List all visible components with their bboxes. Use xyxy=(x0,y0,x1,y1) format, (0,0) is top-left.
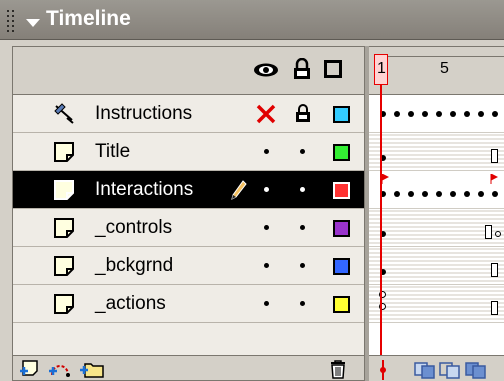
layer-panel-footer xyxy=(13,355,364,380)
lock-dot[interactable] xyxy=(300,225,305,230)
frame-ruler[interactable]: 1 5 xyxy=(369,47,504,95)
layer-panel-header xyxy=(13,47,364,95)
frame-row-title[interactable] xyxy=(369,133,504,171)
timeline-frames[interactable]: 1 5 xyxy=(369,46,504,381)
layer-name: _actions xyxy=(95,293,166,314)
frame-ruler-label: 5 xyxy=(440,60,449,77)
layer-color-swatch[interactable] xyxy=(333,106,350,123)
layer-row-bckgrnd[interactable]: _bckgrnd xyxy=(13,247,364,285)
layer-row-interactions[interactable]: Interactions xyxy=(13,171,364,209)
frame-row-instructions[interactable] xyxy=(369,95,504,133)
insert-layer-icon[interactable] xyxy=(19,359,43,379)
timeline-footer xyxy=(369,355,504,381)
insert-layer-folder-icon[interactable] xyxy=(79,359,105,379)
onion-skin-outlines-icon[interactable] xyxy=(439,360,461,380)
hidden-x-icon[interactable] xyxy=(256,104,276,124)
outline-icon[interactable] xyxy=(324,60,342,78)
lock-dot[interactable] xyxy=(300,301,305,306)
layer-name: Interactions xyxy=(95,179,194,200)
layer-color-swatch[interactable] xyxy=(333,182,350,199)
layer-color-swatch[interactable] xyxy=(333,258,350,275)
visibility-dot[interactable] xyxy=(264,149,269,154)
visibility-dot[interactable] xyxy=(264,187,269,192)
add-motion-guide-icon[interactable] xyxy=(48,359,74,379)
collapse-arrow-icon[interactable] xyxy=(26,19,40,27)
layer-page-icon xyxy=(54,142,74,162)
layer-color-swatch[interactable] xyxy=(333,220,350,237)
layer-name: _controls xyxy=(95,217,173,238)
center-frame-icon[interactable] xyxy=(378,360,388,380)
layer-page-icon xyxy=(54,294,74,314)
timeline-title-bar[interactable]: Timeline xyxy=(0,0,504,40)
lock-icon[interactable] xyxy=(295,103,311,123)
panel-grip-handle[interactable] xyxy=(7,10,17,32)
layer-row-instructions[interactable]: Instructions xyxy=(13,95,364,133)
layer-row-title[interactable]: Title xyxy=(13,133,364,171)
frame-row-bckgrnd[interactable] xyxy=(369,247,504,285)
lock-dot[interactable] xyxy=(300,187,305,192)
layer-color-swatch[interactable] xyxy=(333,296,350,313)
layer-name: Title xyxy=(95,141,131,162)
visibility-dot[interactable] xyxy=(264,263,269,268)
delete-layer-trash-icon[interactable] xyxy=(329,359,347,379)
layer-row-actions[interactable]: _actions xyxy=(13,285,364,323)
current-frame-number: 1 xyxy=(377,60,386,77)
frame-row-actions[interactable] xyxy=(369,285,504,323)
lock-dot[interactable] xyxy=(300,263,305,268)
pencil-icon xyxy=(231,180,247,200)
layer-page-icon xyxy=(54,256,74,276)
layer-panel: Instructions Title Interactions _control… xyxy=(12,46,365,381)
layer-color-swatch[interactable] xyxy=(333,144,350,161)
layer-page-icon xyxy=(54,180,74,200)
eye-icon[interactable] xyxy=(253,61,279,79)
frame-row-interactions[interactable] xyxy=(369,171,504,209)
playhead-line xyxy=(380,85,382,355)
guide-layer-icon xyxy=(54,103,74,124)
visibility-dot[interactable] xyxy=(264,301,269,306)
layer-name: _bckgrnd xyxy=(95,255,174,276)
onion-skin-icon[interactable] xyxy=(414,360,436,380)
lock-dot[interactable] xyxy=(300,149,305,154)
frame-row-controls[interactable] xyxy=(369,209,504,247)
layer-row-controls[interactable]: _controls xyxy=(13,209,364,247)
visibility-dot[interactable] xyxy=(264,225,269,230)
lock-icon[interactable] xyxy=(293,58,311,80)
panel-title: Timeline xyxy=(46,7,131,30)
layer-name: Instructions xyxy=(95,103,193,124)
layer-page-icon xyxy=(54,218,74,238)
edit-multiple-frames-icon[interactable] xyxy=(465,360,487,380)
